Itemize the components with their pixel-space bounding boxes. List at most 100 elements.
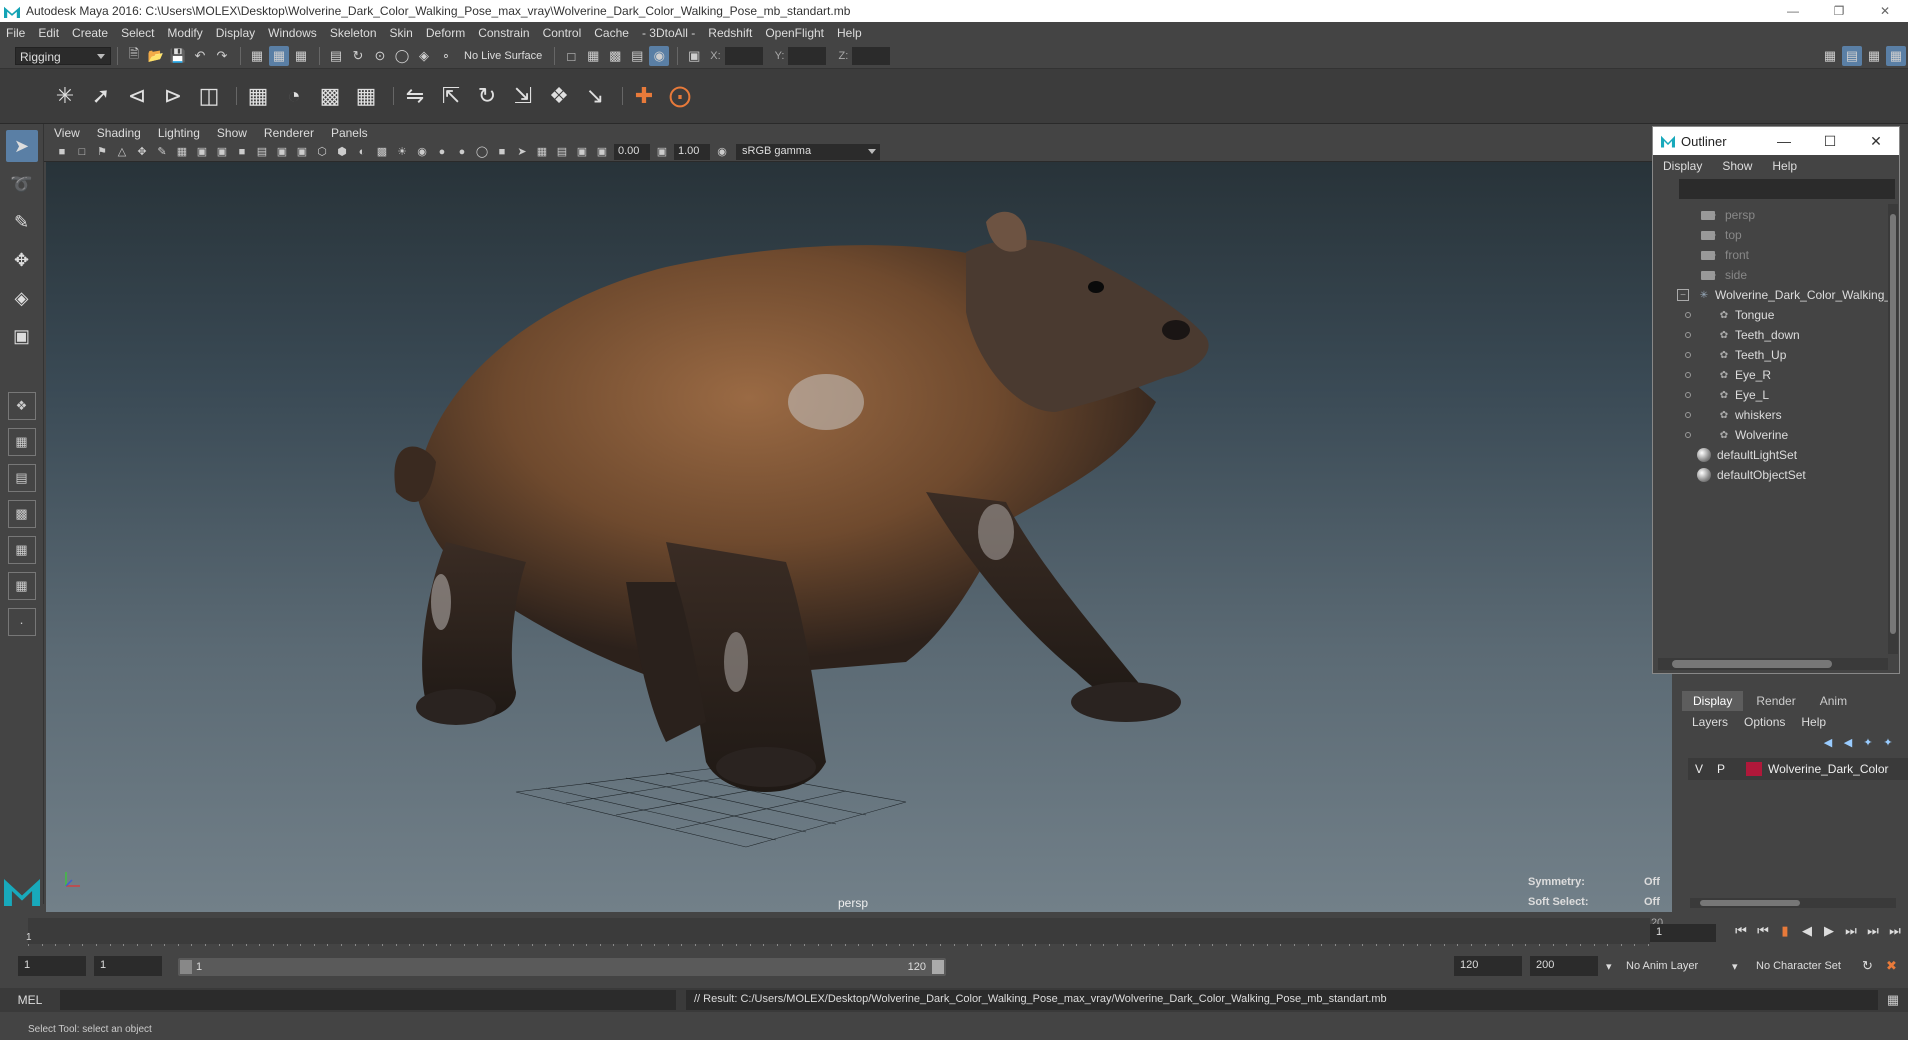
tab-display[interactable]: Display (1682, 691, 1744, 711)
layer-menu-options[interactable]: Options (1744, 715, 1785, 729)
outliner-title-bar[interactable]: Outliner — ☐ ✕ (1653, 127, 1899, 155)
render-settings-icon[interactable]: ▤ (627, 46, 647, 66)
outliner-item-teeth-up[interactable]: ✿ Teeth_Up (1653, 345, 1899, 365)
auto-key-icon[interactable]: ↻ (1862, 958, 1873, 974)
playback-end-field[interactable]: 120 (1454, 956, 1522, 976)
outliner-item-eye-l[interactable]: ✿ Eye_L (1653, 385, 1899, 405)
safe-title-icon[interactable]: ▣ (294, 144, 310, 160)
backface-culling-icon[interactable]: ▣ (574, 144, 590, 160)
locator-icon[interactable]: ✚ (629, 79, 659, 113)
extra-layout-icon[interactable]: · (7, 608, 36, 636)
viewport-menu-renderer[interactable]: Renderer (264, 126, 314, 140)
exposure-icon[interactable]: ▣ (594, 144, 610, 160)
move-layer-down-icon[interactable]: ◀ (1838, 736, 1858, 749)
new-layer-icon[interactable]: ✦ (1858, 736, 1878, 749)
layer-playback-toggle[interactable]: P (1710, 762, 1732, 776)
orient-constraint-icon[interactable]: ↻ (472, 79, 502, 113)
ipr-render-icon[interactable]: ▩ (605, 46, 625, 66)
step-back-key-icon[interactable]: ⏮ (1752, 920, 1774, 942)
character-set-dropdown[interactable]: No Character Set (1756, 960, 1841, 972)
minimize-icon[interactable]: — (1761, 127, 1807, 155)
menu-constrain[interactable]: Constrain (478, 26, 529, 40)
xray-icon[interactable]: ▦ (534, 144, 550, 160)
move-layer-up-icon[interactable]: ◀ (1818, 736, 1838, 749)
maximize-icon[interactable]: ☐ (1807, 127, 1853, 155)
layer-menu-help[interactable]: Help (1801, 715, 1826, 729)
tab-anim[interactable]: Anim (1809, 691, 1858, 711)
snap-point-icon[interactable]: ⊙ (370, 46, 390, 66)
menu-windows[interactable]: Windows (268, 26, 317, 40)
menu-openflight[interactable]: OpenFlight (765, 26, 824, 40)
view-transform-dropdown[interactable]: sRGB gamma (736, 143, 880, 160)
bookmark-icon[interactable]: ⚑ (94, 144, 110, 160)
layer-color-swatch[interactable] (1746, 762, 1762, 776)
select-object-icon[interactable]: ▦ (269, 46, 289, 66)
default-material-icon[interactable]: ◐ (354, 144, 370, 160)
snap-view-icon[interactable]: ◯ (392, 46, 412, 66)
insert-joint-icon[interactable]: ⊳ (158, 79, 188, 113)
snap-grid-icon[interactable]: ▤ (326, 46, 346, 66)
menu-select[interactable]: Select (121, 26, 154, 40)
outliner-layout-icon[interactable]: ▦ (7, 536, 36, 564)
outliner-item-persp[interactable]: persp (1653, 205, 1899, 225)
outliner-search-input[interactable] (1679, 179, 1895, 199)
bind-skin-icon[interactable]: ▦ (243, 79, 273, 113)
modeling-toolkit-icon[interactable]: ▦ (1820, 46, 1840, 66)
menu-set-selector[interactable]: Rigging (15, 47, 111, 65)
outliner-item-front[interactable]: front (1653, 245, 1899, 265)
graph-layout-icon[interactable]: ▩ (7, 500, 36, 528)
layer-row[interactable]: V P Wolverine_Dark_Color (1688, 758, 1908, 780)
menu-file[interactable]: File (6, 26, 25, 40)
gamma-icon[interactable]: ▣ (654, 144, 670, 160)
safe-action-icon[interactable]: ▣ (274, 144, 290, 160)
field-chart-icon[interactable]: ▤ (254, 144, 270, 160)
wireframe-icon[interactable]: ⬡ (314, 144, 330, 160)
viewport-menu-shading[interactable]: Shading (97, 126, 141, 140)
z-field[interactable]: Z: (838, 47, 898, 65)
grid-icon[interactable]: ▦ (174, 144, 190, 160)
step-back-frame-icon[interactable]: ▮ (1774, 920, 1796, 942)
outliner-menu-show[interactable]: Show (1722, 159, 1752, 173)
outliner-item-top[interactable]: top (1653, 225, 1899, 245)
layer-visibility-toggle[interactable]: V (1688, 762, 1710, 776)
viewport-persp[interactable] (46, 162, 1672, 912)
motion-blur-icon[interactable]: ● (454, 144, 470, 160)
textured-icon[interactable]: ▩ (374, 144, 390, 160)
hypershade-icon[interactable]: ◉ (649, 46, 670, 66)
range-slider[interactable]: 1 120 (178, 958, 946, 976)
outliner-item-eye-r[interactable]: ✿ Eye_R (1653, 365, 1899, 385)
range-start-handle[interactable] (180, 960, 192, 974)
make-live-icon[interactable]: ∘ (436, 46, 456, 66)
play-forwards-icon[interactable]: ▶ (1818, 920, 1840, 942)
interactive-bind-icon[interactable]: ◔ (279, 79, 309, 113)
menu-modify[interactable]: Modify (167, 26, 202, 40)
outliner-item-default-light-set[interactable]: defaultLightSet (1653, 445, 1899, 465)
move-tool-icon[interactable]: ✥ (6, 244, 38, 276)
outliner-item-teeth-down[interactable]: ✿ Teeth_down (1653, 325, 1899, 345)
cluster-icon[interactable]: ⨀ (665, 79, 695, 113)
outliner-horizontal-scrollbar[interactable] (1658, 658, 1888, 670)
select-camera-icon[interactable]: ■ (54, 144, 70, 160)
layer-horizontal-scrollbar[interactable] (1690, 898, 1896, 908)
live-surface-label[interactable]: No Live Surface (464, 50, 542, 62)
time-slider-track[interactable] (28, 918, 1650, 944)
mirror-joint-icon[interactable]: ◫ (194, 79, 224, 113)
script-language-toggle[interactable]: MEL (0, 993, 60, 1007)
smooth-bind-icon[interactable]: ▦ (351, 79, 381, 113)
restore-icon[interactable]: ❐ (1816, 0, 1862, 22)
open-scene-icon[interactable]: 📂 (146, 46, 166, 66)
side-by-side-layout-icon[interactable]: ▤ (7, 464, 36, 492)
gamma-field[interactable]: 1.00 (674, 143, 710, 160)
animation-prefs-icon[interactable]: ✖ (1886, 958, 1897, 974)
save-scene-icon[interactable]: 💾 (168, 46, 188, 66)
ik-handle-icon[interactable]: ➚ (86, 79, 116, 113)
outliner-item-wolverine[interactable]: ✿ Wolverine (1653, 425, 1899, 445)
menu-edit[interactable]: Edit (38, 26, 59, 40)
close-icon[interactable]: ✕ (1853, 127, 1899, 155)
select-hierarchy-icon[interactable]: ▦ (247, 46, 267, 66)
outliner-menu-help[interactable]: Help (1772, 159, 1797, 173)
menu-redshift[interactable]: Redshift (708, 26, 752, 40)
tool-settings-icon[interactable]: ▦ (1864, 46, 1884, 66)
channel-box-icon[interactable]: ▦ (1886, 46, 1906, 66)
viewport-menu-lighting[interactable]: Lighting (158, 126, 200, 140)
